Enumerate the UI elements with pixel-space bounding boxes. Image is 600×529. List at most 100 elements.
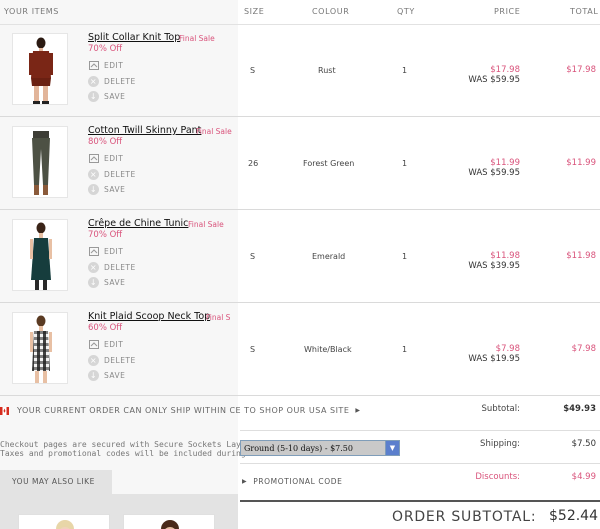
cart-item-row: Knit Plaid Scoop Neck Top Final S 60% Of…	[0, 303, 600, 396]
item-size: S	[250, 252, 256, 261]
delete-button[interactable]: × DELETE	[88, 76, 136, 87]
edit-icon	[88, 339, 99, 350]
edit-label: EDIT	[104, 340, 124, 349]
item-price: $7.98	[495, 344, 520, 354]
arrow-down-icon: ↓	[88, 370, 99, 381]
item-colour: Forest Green	[303, 159, 355, 168]
discount-label: 80% Off	[88, 137, 123, 147]
final-sale-badge: Final Sale	[188, 220, 224, 229]
final-sale-badge: Final S	[206, 313, 231, 322]
edit-label: EDIT	[104, 154, 124, 163]
secure-checkout-text: Checkout pages are secured with Secure S…	[0, 440, 251, 449]
product-image[interactable]	[12, 312, 68, 384]
arrow-down-icon: ↓	[88, 184, 99, 195]
product-name-link[interactable]: Cotton Twill Skinny Pant	[88, 125, 201, 136]
item-was-price: WAS $39.95	[468, 261, 520, 271]
save-button[interactable]: ↓ SAVE	[88, 370, 125, 381]
save-label: SAVE	[104, 185, 126, 194]
product-name-link[interactable]: Knit Plaid Scoop Neck Top	[88, 311, 210, 322]
order-subtotal-value: $52.44	[549, 508, 598, 524]
delete-button[interactable]: × DELETE	[88, 262, 136, 273]
delete-label: DELETE	[104, 356, 136, 365]
edit-icon	[88, 153, 99, 164]
header-total: TOTAL	[570, 7, 599, 16]
recommended-product-card[interactable]	[123, 514, 215, 529]
recommended-product-card[interactable]	[18, 514, 110, 529]
edit-label: EDIT	[104, 61, 124, 70]
product-image[interactable]	[12, 126, 68, 198]
discounts-label: Discounts:	[475, 472, 520, 482]
save-label: SAVE	[104, 278, 126, 287]
edit-button[interactable]: EDIT	[88, 246, 123, 257]
cart-item-row: Crêpe de Chine Tunic Final Sale 70% Off …	[0, 210, 600, 303]
arrow-down-icon: ↓	[88, 277, 99, 288]
product-image[interactable]	[12, 219, 68, 291]
edit-button[interactable]: EDIT	[88, 339, 123, 350]
save-button[interactable]: ↓ SAVE	[88, 277, 125, 288]
edit-icon	[88, 60, 99, 71]
item-total: $17.98	[566, 65, 596, 75]
item-total: $11.98	[566, 251, 596, 261]
item-qty: 1	[402, 159, 408, 168]
final-sale-badge: Final Sale	[196, 127, 232, 136]
delete-label: DELETE	[104, 170, 136, 179]
item-price: $11.99	[490, 158, 520, 168]
header-qty: QTY	[397, 7, 415, 16]
taxes-note-text: Taxes and promotional codes will be incl…	[0, 449, 256, 458]
chevron-down-icon[interactable]: ▼	[385, 441, 399, 455]
subtotal-value: $49.93	[563, 404, 596, 414]
item-total: $7.98	[571, 344, 596, 354]
close-icon: ×	[88, 355, 99, 366]
cart-item-row: Split Collar Knit Top Final Sale 70% Off…	[0, 24, 600, 117]
final-sale-badge: Final Sale	[179, 34, 215, 43]
shipping-value: $7.50	[571, 439, 596, 449]
edit-button[interactable]: EDIT	[88, 153, 123, 164]
item-size: S	[250, 66, 256, 75]
promo-label: PROMOTIONAL CODE	[253, 477, 343, 486]
chevron-right-icon: ▶	[355, 407, 361, 414]
close-icon: ×	[88, 262, 99, 273]
summary-divider	[240, 463, 600, 464]
discount-label: 60% Off	[88, 323, 123, 333]
promotional-code-toggle[interactable]: ▶ PROMOTIONAL CODE	[242, 477, 342, 486]
cart-item-row: Cotton Twill Skinny Pant Final Sale 80% …	[0, 117, 600, 210]
chevron-right-icon: ▶	[242, 478, 248, 485]
discounts-value: $4.99	[571, 472, 596, 482]
product-name-link[interactable]: Split Collar Knit Top	[88, 32, 180, 43]
order-subtotal-divider	[240, 500, 600, 502]
product-image[interactable]	[12, 33, 68, 105]
item-price: $11.98	[490, 251, 520, 261]
shipping-notice-link[interactable]: YOUR CURRENT ORDER CAN ONLY SHIP WITHIN …	[0, 406, 361, 415]
product-name-link[interactable]: Crêpe de Chine Tunic	[88, 218, 188, 229]
discount-label: 70% Off	[88, 230, 123, 240]
row-divider	[0, 395, 600, 396]
you-may-also-like-tab[interactable]: YOU MAY ALSO LIKE	[0, 470, 112, 494]
delete-button[interactable]: × DELETE	[88, 355, 136, 366]
save-button[interactable]: ↓ SAVE	[88, 91, 125, 102]
edit-label: EDIT	[104, 247, 124, 256]
header-price: PRICE	[494, 7, 521, 16]
item-was-price: WAS $19.95	[468, 354, 520, 364]
header-size: SIZE	[244, 7, 265, 16]
item-colour: Rust	[318, 66, 336, 75]
save-button[interactable]: ↓ SAVE	[88, 184, 125, 195]
shipping-method-value: Ground (5-10 days) - $7.50	[244, 443, 353, 453]
item-size: 26	[248, 159, 259, 168]
edit-button[interactable]: EDIT	[88, 60, 123, 71]
item-qty: 1	[402, 252, 408, 261]
item-total: $11.99	[566, 158, 596, 168]
delete-button[interactable]: × DELETE	[88, 169, 136, 180]
edit-icon	[88, 246, 99, 257]
shipping-method-select[interactable]: Ground (5-10 days) - $7.50 ▼	[240, 440, 400, 456]
close-icon: ×	[88, 76, 99, 87]
summary-divider	[240, 430, 600, 431]
item-size: S	[250, 345, 256, 354]
canada-flag-icon	[0, 406, 9, 415]
close-icon: ×	[88, 169, 99, 180]
item-was-price: WAS $59.95	[468, 168, 520, 178]
header-colour: COLOUR	[312, 7, 350, 16]
delete-label: DELETE	[104, 263, 136, 272]
item-colour: Emerald	[312, 252, 346, 261]
order-subtotal-label: ORDER SUBTOTAL:	[392, 509, 537, 525]
arrow-down-icon: ↓	[88, 91, 99, 102]
